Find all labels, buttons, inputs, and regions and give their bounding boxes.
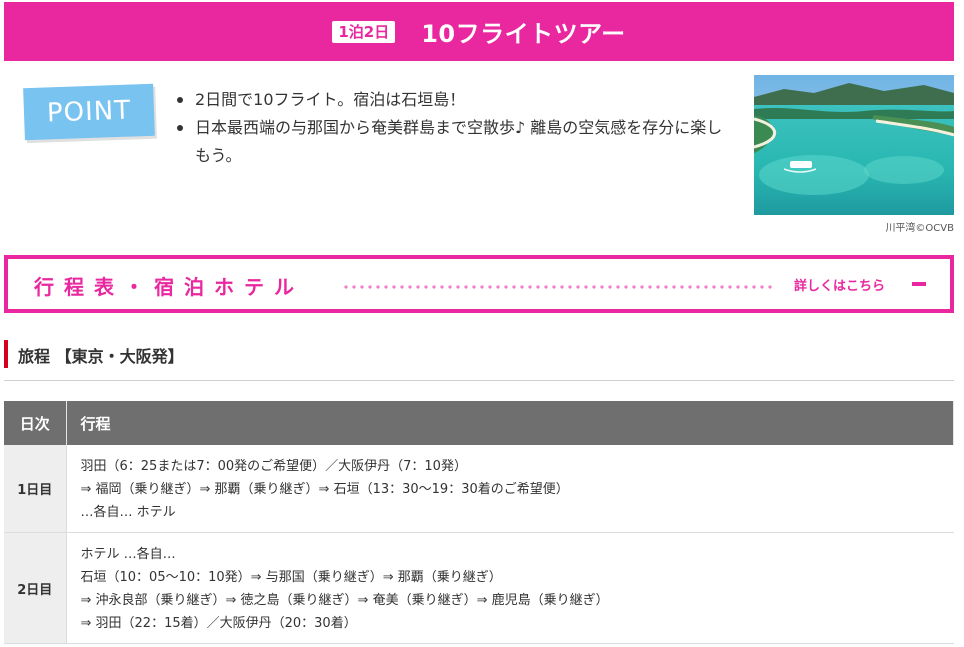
itinerary-line: 石垣（10：05〜10：10発）⇒ 与那国（乗り継ぎ）⇒ 那覇（乗り継ぎ） — [80, 570, 502, 585]
table-header-row: 日次 行程 — [4, 401, 954, 445]
tour-title: 10フライトツアー — [421, 20, 626, 48]
kabira-bay-photo — [754, 75, 954, 215]
itinerary-bar-title: 行程表・宿泊ホテル — [34, 275, 304, 299]
column-header-day: 日次 — [4, 401, 67, 445]
section-heading: 旅程 【東京・大阪発】 — [4, 340, 954, 381]
itinerary-line: ⇒ 羽田（22：15着）／大阪伊丹（20：30着） — [80, 616, 357, 631]
stay-length-badge: 1泊2日 — [332, 20, 396, 43]
point-item: 日本最西端の与那国から奄美群島まで空散歩♪ 離島の空気感を存分に楽しもう。 — [175, 114, 735, 170]
details-link[interactable]: 詳しくはこちら — [794, 275, 885, 294]
day-cell: 2日目 — [4, 532, 67, 644]
point-badge: POINT — [23, 83, 155, 141]
dotted-divider — [342, 285, 772, 289]
itinerary-hotel-toggle-bar[interactable]: 行程表・宿泊ホテル 詳しくはこちら — [4, 255, 954, 313]
itinerary-line: ホテル …各自… — [80, 547, 176, 562]
minus-icon[interactable] — [910, 275, 928, 293]
point-badge-label: POINT — [46, 95, 132, 129]
point-list: 2日間で10フライト。宿泊は石垣島！ 日本最西端の与那国から奄美群島まで空散歩♪… — [175, 86, 735, 170]
photo-credit: 川平湾©OCVB — [885, 223, 954, 234]
itinerary-line: ⇒ 沖永良部（乗り継ぎ）⇒ 徳之島（乗り継ぎ）⇒ 奄美（乗り継ぎ）⇒ 鹿児島（乗… — [80, 593, 609, 608]
table-row: 2日目 ホテル …各自… 石垣（10：05〜10：10発）⇒ 与那国（乗り継ぎ）… — [4, 532, 954, 644]
column-header-itinerary: 行程 — [66, 401, 954, 445]
table-row: 1日目 羽田（6：25または7：00発のご希望便）／大阪伊丹（7：10発） ⇒ … — [4, 445, 954, 533]
itinerary-line: …各自… ホテル — [80, 505, 176, 520]
day-cell: 1日目 — [4, 445, 67, 533]
section-heading-text: 旅程 【東京・大阪発】 — [18, 347, 184, 366]
itinerary-cell: ホテル …各自… 石垣（10：05〜10：10発）⇒ 与那国（乗り継ぎ）⇒ 那覇… — [66, 532, 954, 644]
itinerary-line: 羽田（6：25または7：00発のご希望便）／大阪伊丹（7：10発） — [80, 459, 467, 474]
heading-accent-bar — [4, 340, 8, 368]
point-item: 2日間で10フライト。宿泊は石垣島！ — [175, 86, 735, 114]
itinerary-line: ⇒ 福岡（乗り継ぎ）⇒ 那覇（乗り継ぎ）⇒ 石垣（13：30〜19：30着のご希… — [80, 482, 569, 497]
itinerary-table: 日次 行程 1日目 羽田（6：25または7：00発のご希望便）／大阪伊丹（7：1… — [4, 401, 954, 644]
itinerary-cell: 羽田（6：25または7：00発のご希望便）／大阪伊丹（7：10発） ⇒ 福岡（乗… — [66, 445, 954, 533]
tour-header: 1泊2日 10フライトツアー — [4, 2, 954, 61]
